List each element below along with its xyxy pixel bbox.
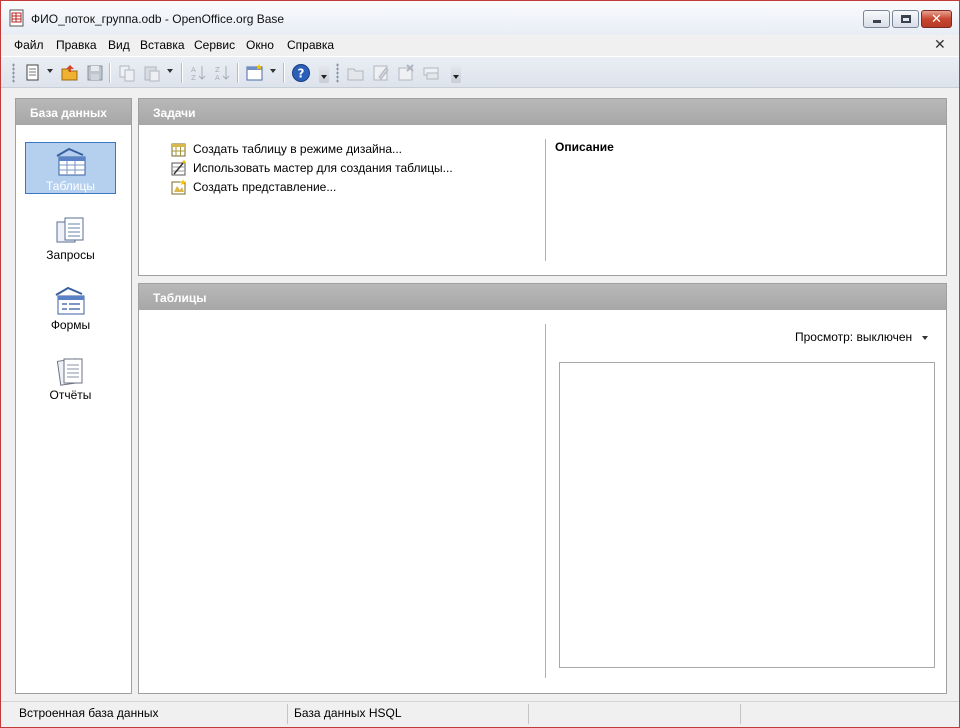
toolbar-grip[interactable] (336, 63, 339, 83)
task-label: Создать представление... (193, 180, 337, 194)
base-app-icon (9, 9, 24, 27)
database-panel-header: База данных (16, 99, 131, 125)
tables-icon (56, 147, 86, 176)
table-wizard-icon (171, 160, 186, 176)
paste-dropdown-arrow-icon[interactable] (167, 69, 173, 73)
status-bar: Встроенная база данных База данных HSQL (1, 701, 959, 727)
maximize-icon (901, 15, 911, 23)
sidebar-item-forms[interactable]: Формы (25, 282, 116, 334)
menu-help[interactable]: Справка (287, 38, 334, 52)
svg-text:?: ? (298, 67, 305, 81)
preview-dropdown-label: Просмотр: выключен (795, 330, 913, 344)
sidebar-item-queries[interactable]: Запросы (25, 212, 116, 264)
description-title: Описание (555, 140, 614, 154)
form-dropdown-arrow-icon[interactable] (270, 69, 276, 73)
tasks-divider (545, 139, 546, 261)
save-icon[interactable] (85, 63, 105, 83)
tables-panel: Таблицы Просмотр: выключен (138, 283, 947, 694)
preview-dropdown[interactable]: Просмотр: выключен (795, 330, 929, 344)
tasks-panel: Задачи Создать таблицу в режиме дизайна.… (138, 98, 947, 276)
tasks-panel-header: Задачи (139, 99, 946, 125)
svg-text:A: A (191, 66, 196, 74)
minimize-icon (873, 20, 881, 23)
close-document-icon[interactable]: ✕ (934, 36, 946, 53)
toolbar-separator (181, 63, 182, 83)
form-icon[interactable] (245, 63, 265, 83)
new-dropdown-arrow-icon[interactable] (47, 69, 53, 73)
delete-icon[interactable] (396, 63, 416, 83)
open-folder-icon[interactable] (60, 63, 80, 83)
sidebar-item-reports[interactable]: Отчёты (25, 352, 116, 404)
menu-edit[interactable]: Правка (56, 38, 97, 52)
menu-file[interactable]: Файл (14, 38, 44, 52)
toolbar-separator (237, 63, 238, 83)
svg-text:Z: Z (191, 74, 196, 82)
sort-descending-icon[interactable]: Z A (213, 63, 233, 83)
status-divider (287, 704, 288, 724)
toolbar-grip[interactable] (12, 63, 15, 83)
status-embedded-db: Встроенная база данных (19, 706, 159, 720)
menu-window[interactable]: Окно (246, 38, 274, 52)
svg-text:A: A (215, 74, 220, 82)
menu-view[interactable]: Вид (108, 38, 130, 52)
design-table-icon (171, 143, 186, 157)
maximize-button[interactable] (892, 10, 919, 28)
status-db-type: База данных HSQL (294, 706, 402, 720)
sidebar-item-label: Формы (50, 318, 91, 332)
close-icon: ✕ (931, 11, 942, 26)
menu-insert[interactable]: Вставка (140, 38, 185, 52)
task-label: Создать таблицу в режиме дизайна... (193, 142, 403, 156)
edit-icon[interactable] (371, 63, 391, 83)
status-divider (740, 704, 741, 724)
svg-text:Z: Z (215, 66, 220, 74)
title-bar[interactable]: ФИО_поток_группа.odb - OpenOffice.org Ba… (1, 1, 959, 35)
paste-icon[interactable] (142, 63, 162, 83)
sidebar-item-label: Таблицы (45, 179, 95, 193)
task-label: Использовать мастер для создания таблицы… (193, 161, 453, 175)
application-window: ФИО_поток_группа.odb - OpenOffice.org Ba… (0, 0, 960, 728)
tables-panel-header: Таблицы (139, 284, 946, 310)
tables-divider (545, 324, 546, 678)
copy-icon[interactable] (117, 63, 137, 83)
rename-icon[interactable] (421, 63, 441, 83)
status-divider (528, 704, 529, 724)
toolbar-overflow-icon[interactable] (319, 65, 329, 83)
sort-ascending-icon[interactable]: A Z (189, 63, 209, 83)
standard-toolbar: A Z Z A ? (1, 56, 959, 88)
sidebar-item-tables[interactable]: Таблицы (25, 142, 116, 194)
preview-area (559, 362, 935, 668)
toolbar-separator (109, 63, 110, 83)
tables-list[interactable] (145, 324, 541, 674)
help-icon[interactable]: ? (291, 63, 311, 83)
queries-icon (56, 217, 84, 243)
close-window-button[interactable]: ✕ (921, 10, 952, 28)
toolbar-separator (283, 63, 284, 83)
menu-bar: Файл Правка Вид Вставка Сервис Окно Спра… (1, 35, 959, 55)
minimize-button[interactable] (863, 10, 890, 28)
open-db-object-icon[interactable] (346, 63, 366, 83)
sidebar-item-label: Запросы (46, 248, 95, 262)
window-title: ФИО_поток_группа.odb - OpenOffice.org Ba… (31, 12, 285, 26)
menu-tools[interactable]: Сервис (194, 38, 235, 52)
reports-icon (56, 358, 83, 386)
chevron-down-icon (922, 335, 929, 340)
database-panel: База данных Таблицы Запросы Формы Отчёты (15, 98, 132, 694)
sidebar-item-label: Отчёты (49, 388, 92, 402)
toolbar-overflow-icon[interactable] (451, 65, 461, 83)
create-view-icon (171, 179, 186, 195)
new-document-icon[interactable] (23, 63, 43, 83)
forms-icon (55, 286, 85, 315)
